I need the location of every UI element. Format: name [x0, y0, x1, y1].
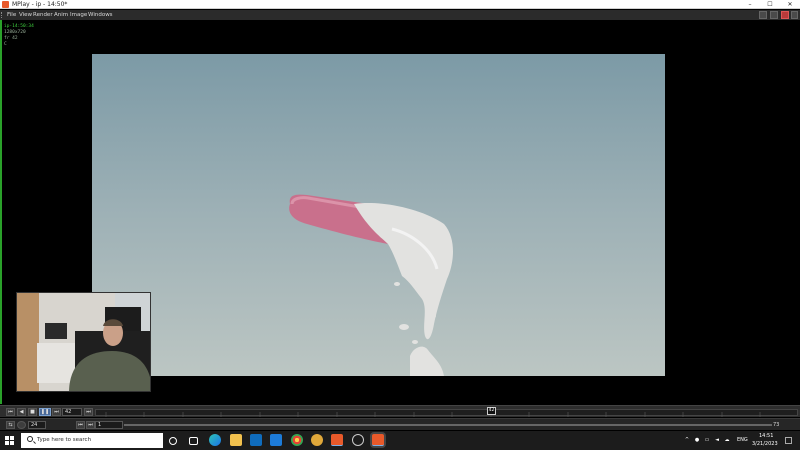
edge-browser-icon[interactable]	[209, 434, 221, 446]
step-forward-button[interactable]: ⏭	[84, 408, 93, 416]
chrome-browser-icon[interactable]	[291, 434, 303, 446]
info-channel: C	[4, 42, 7, 47]
fps-field[interactable]: 24	[28, 421, 46, 429]
range-step-back-button[interactable]: ⏮	[76, 421, 85, 429]
blender-icon[interactable]	[311, 434, 323, 446]
davinci-resolve-icon[interactable]	[352, 434, 364, 446]
jump-end-button[interactable]: ⏭	[52, 408, 61, 416]
taskbar-time[interactable]: 14:51	[759, 433, 773, 439]
taskbar-search-box[interactable]: Type here to search	[21, 433, 163, 448]
range-end-field[interactable]: 73	[773, 421, 779, 429]
menu-grip-icon	[1, 12, 4, 18]
realtime-toggle-icon[interactable]	[17, 421, 26, 429]
window-title: MPlay - ip - 14:50*	[12, 1, 68, 8]
play-reverse-button[interactable]: ◀	[17, 408, 26, 416]
toolbar-pin-icon[interactable]	[770, 11, 778, 19]
houdini-app-icon	[2, 1, 9, 8]
maximize-button[interactable]: ☐	[760, 0, 780, 9]
toolbar-display-icon[interactable]	[759, 11, 767, 19]
windows-taskbar: Type here to search ^ ● ▭ ◄ ☁ ENG 14:51 …	[0, 431, 800, 450]
search-placeholder: Type here to search	[37, 437, 92, 443]
stop-button[interactable]: ■	[28, 408, 37, 416]
microphone-icon[interactable]: ●	[694, 437, 700, 443]
current-frame-marker[interactable]: 42	[487, 407, 496, 415]
jump-start-button[interactable]: ⏮	[6, 408, 15, 416]
taskbar-date[interactable]: 3/21/2023	[752, 441, 778, 447]
range-slider[interactable]	[124, 424, 772, 426]
network-icon[interactable]: ▭	[704, 437, 710, 443]
menu-view[interactable]: View	[19, 10, 32, 20]
range-start-field[interactable]: 1	[95, 421, 123, 429]
current-frame-field[interactable]: 42	[62, 408, 82, 416]
menu-file[interactable]: File	[7, 10, 16, 20]
pause-button[interactable]: ❚❚	[39, 408, 51, 416]
file-explorer-icon[interactable]	[230, 434, 242, 446]
fluid-render-image	[289, 194, 453, 376]
playbar-range: ⇆ 24 ⏮ ⏭ 1 73	[0, 418, 800, 430]
mplay-taskbar-icon[interactable]	[372, 434, 384, 446]
menu-image[interactable]: Image	[70, 10, 87, 20]
task-view-icon[interactable]	[189, 437, 198, 445]
timeline-ticks	[105, 412, 761, 417]
menu-anim[interactable]: Anim	[54, 10, 68, 20]
houdini-taskbar-icon[interactable]	[331, 434, 343, 446]
webcam-person-image	[17, 293, 150, 391]
close-button[interactable]: ✕	[780, 0, 800, 9]
notifications-icon[interactable]	[785, 437, 792, 444]
playbar-main: ⏮ ◀ ■ ❚❚ ⏭ 42 ⏭ 42	[0, 405, 800, 417]
loop-mode-button[interactable]: ⇆	[6, 421, 15, 429]
mail-app-icon[interactable]	[270, 434, 282, 446]
windows-start-icon[interactable]	[5, 436, 14, 445]
toolbar-record-icon[interactable]	[781, 11, 789, 19]
minimize-button[interactable]: –	[740, 0, 760, 9]
tray-chevron-icon[interactable]: ^	[684, 437, 690, 443]
input-language[interactable]: ENG	[737, 437, 748, 443]
rendered-frame	[92, 54, 665, 376]
menu-bar: File View Render Anim Image Windows	[0, 10, 800, 20]
timeline-scrubber[interactable]: 42	[95, 407, 798, 417]
title-bar: MPlay - ip - 14:50* – ☐ ✕	[0, 0, 800, 9]
onedrive-icon[interactable]: ☁	[724, 437, 730, 443]
toolbar-menu-icon[interactable]	[791, 11, 798, 19]
menu-render[interactable]: Render	[33, 10, 53, 20]
volume-icon[interactable]: ◄	[714, 437, 720, 443]
range-step-forward-button[interactable]: ⏭	[86, 421, 95, 429]
menu-windows[interactable]: Windows	[88, 10, 113, 20]
webcam-overlay	[16, 292, 151, 392]
calendar-app-icon[interactable]	[250, 434, 262, 446]
image-info-overlay: ip-14:50:34 1280x720 fr 42 C	[4, 24, 34, 48]
cortana-icon[interactable]	[169, 437, 177, 445]
